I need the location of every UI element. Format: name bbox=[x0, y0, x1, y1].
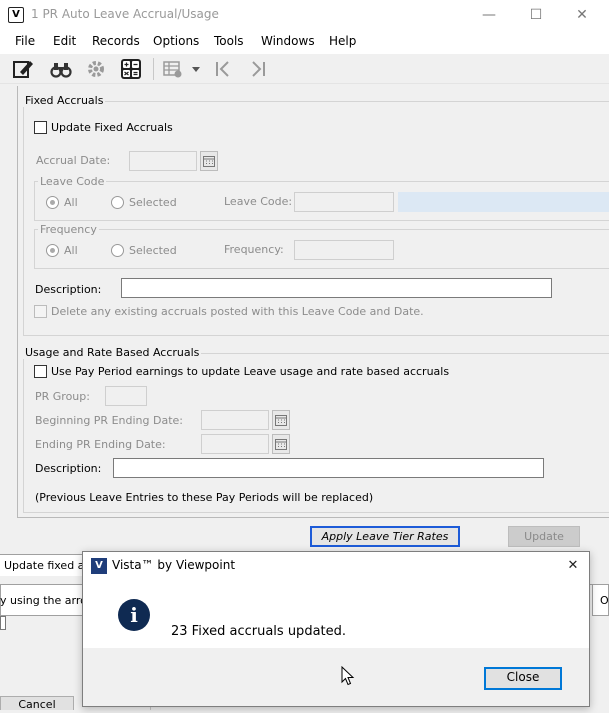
menu-options[interactable]: Options bbox=[153, 34, 199, 48]
use-pay-period-label: Use Pay Period earnings to update Leave … bbox=[51, 365, 450, 378]
apply-leave-tier-rates-button[interactable]: Apply Leave Tier Rates bbox=[310, 526, 460, 547]
frequency-all-radio[interactable] bbox=[46, 244, 59, 257]
beginning-pr-ending-date-label: Beginning PR Ending Date: bbox=[35, 414, 183, 427]
frequency-all-label: All bbox=[64, 244, 78, 257]
background-field-edge bbox=[0, 616, 6, 630]
accrual-date-field[interactable] bbox=[129, 151, 197, 171]
toolbar-separator bbox=[153, 58, 154, 80]
use-pay-period-checkbox[interactable] bbox=[34, 365, 47, 378]
vista-logo-icon: V bbox=[91, 558, 107, 574]
fixed-accruals-title: Fixed Accruals bbox=[23, 94, 106, 107]
fixed-description-field[interactable] bbox=[121, 278, 552, 298]
leave-code-description-display bbox=[398, 192, 609, 212]
message-dialog: V Vista™ by Viewpoint ✕ i 23 Fixed accru… bbox=[82, 551, 590, 707]
frequency-field[interactable] bbox=[294, 240, 394, 260]
window-title: 1 PR Auto Leave Accrual/Usage bbox=[31, 7, 219, 21]
background-right-text: O bbox=[600, 594, 609, 607]
minimize-button[interactable]: — bbox=[466, 4, 512, 26]
ending-pr-ending-date-label: Ending PR Ending Date: bbox=[35, 438, 166, 451]
dialog-close-x-button[interactable]: ✕ bbox=[558, 556, 588, 576]
fixed-description-label: Description: bbox=[35, 283, 102, 296]
update-fixed-accruals-label: Update Fixed Accruals bbox=[51, 121, 173, 134]
update-fixed-accruals-checkbox[interactable] bbox=[34, 121, 47, 134]
ending-date-calendar-icon[interactable] bbox=[272, 434, 290, 454]
calculator-icon[interactable] bbox=[120, 58, 142, 80]
delete-existing-accruals-checkbox[interactable] bbox=[34, 305, 47, 318]
leave-code-group-title: Leave Code bbox=[38, 175, 107, 188]
update-button[interactable]: Update bbox=[508, 526, 580, 547]
dialog-title: Vista™ by Viewpoint bbox=[112, 558, 236, 572]
leave-code-field-label: Leave Code: bbox=[224, 195, 293, 208]
usage-description-label: Description: bbox=[35, 462, 102, 475]
menu-file[interactable]: File bbox=[15, 34, 35, 48]
beginning-pr-ending-date-field[interactable] bbox=[201, 410, 269, 430]
leave-code-field[interactable] bbox=[294, 192, 394, 212]
maximize-button[interactable]: ☐ bbox=[513, 4, 559, 26]
frequency-field-label: Frequency: bbox=[224, 243, 284, 256]
leave-code-all-label: All bbox=[64, 196, 78, 209]
last-record-icon[interactable] bbox=[247, 58, 269, 80]
close-window-button[interactable]: ✕ bbox=[559, 4, 605, 26]
leave-code-selected-label: Selected bbox=[129, 196, 177, 209]
grid-settings-icon[interactable] bbox=[162, 58, 184, 80]
dropdown-arrow-icon[interactable] bbox=[189, 58, 203, 80]
gear-icon[interactable] bbox=[85, 58, 107, 80]
usage-accruals-title: Usage and Rate Based Accruals bbox=[23, 346, 202, 359]
menu-records[interactable]: Records bbox=[92, 34, 140, 48]
menu-edit[interactable]: Edit bbox=[53, 34, 76, 48]
accrual-date-calendar-icon[interactable] bbox=[200, 151, 218, 171]
frequency-selected-radio[interactable] bbox=[111, 244, 124, 257]
main-window: V 1 PR Auto Leave Accrual/Usage — ☐ ✕ Fi… bbox=[0, 0, 609, 590]
background-cancel-button[interactable]: Cancel bbox=[0, 696, 74, 711]
leave-code-all-radio[interactable] bbox=[46, 196, 59, 209]
ending-pr-ending-date-field[interactable] bbox=[201, 434, 269, 454]
menu-help[interactable]: Help bbox=[329, 34, 356, 48]
first-record-icon[interactable] bbox=[212, 58, 234, 80]
menu-tools[interactable]: Tools bbox=[214, 34, 244, 48]
delete-existing-accruals-label: Delete any existing accruals posted with… bbox=[51, 305, 424, 318]
close-button[interactable]: Close bbox=[484, 667, 562, 690]
dialog-message: 23 Fixed accruals updated. bbox=[171, 624, 347, 639]
app-icon: V bbox=[8, 7, 24, 23]
edit-note-icon[interactable] bbox=[12, 58, 34, 80]
frequency-group-title: Frequency bbox=[38, 223, 99, 236]
accrual-date-label: Accrual Date: bbox=[36, 154, 111, 167]
leave-code-selected-radio[interactable] bbox=[111, 196, 124, 209]
mouse-cursor-icon bbox=[341, 665, 355, 686]
usage-description-field[interactable] bbox=[113, 458, 544, 478]
beginning-date-calendar-icon[interactable] bbox=[272, 410, 290, 430]
info-icon: i bbox=[118, 599, 150, 631]
binoculars-icon[interactable] bbox=[50, 58, 72, 80]
replace-note: (Previous Leave Entries to these Pay Per… bbox=[35, 491, 374, 504]
pr-group-field[interactable] bbox=[105, 386, 147, 406]
pr-group-label: PR Group: bbox=[35, 390, 90, 403]
frequency-selected-label: Selected bbox=[129, 244, 177, 257]
menu-windows[interactable]: Windows bbox=[261, 34, 315, 48]
